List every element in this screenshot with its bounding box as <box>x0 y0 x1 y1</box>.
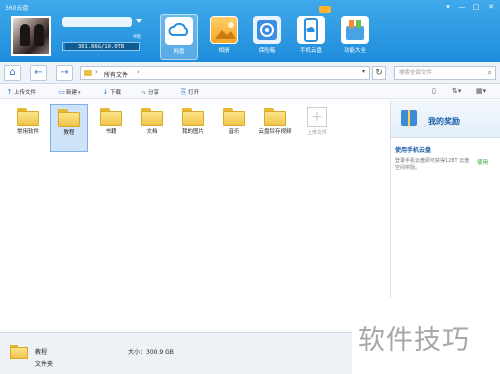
folder-icon <box>84 70 92 76</box>
folder-item-books[interactable]: 书籍 <box>92 104 130 152</box>
gift-icon <box>401 110 417 126</box>
folder-icon <box>264 108 286 126</box>
search-placeholder: 搜索全部文件 <box>399 70 433 76</box>
menu-dropdown-icon[interactable]: ▾ <box>442 2 454 12</box>
nav-phone-cloud[interactable]: 手机云盘 <box>292 14 330 60</box>
new-badge-icon <box>319 6 331 13</box>
folder-item-tutorial[interactable]: 教程 <box>50 104 88 152</box>
nav-safe-box[interactable]: 保险箱 <box>248 14 286 60</box>
folder-icon <box>58 109 80 127</box>
folder-label: 我的图片 <box>181 129 204 135</box>
nav-label-safe-box: 保险箱 <box>258 48 276 54</box>
download-button[interactable]: ↓ 下载 <box>102 87 121 98</box>
phone-cloud-icon <box>297 16 325 44</box>
status-file-size: 大小：300.9 GB <box>128 349 174 356</box>
download-label: 下载 <box>110 90 122 96</box>
folder-icon <box>100 108 122 126</box>
new-folder-icon: ▭ <box>58 88 65 96</box>
reward-title: 我的奖励 <box>428 117 460 126</box>
reward-header: 我的奖励 <box>391 100 500 138</box>
view-grid-icon[interactable]: ▦▾ <box>476 87 486 95</box>
breadcrumb-all-files[interactable]: 所有文件 <box>104 70 128 79</box>
share-button[interactable]: ⤷ 分享 <box>140 87 159 98</box>
nav-apps[interactable]: 功能大全 <box>336 14 374 60</box>
address-bar: ⌂ ← → › 所有文件 › ▾ ↻ 搜索全部文件 ⌕ <box>0 62 500 84</box>
open-button[interactable]: ⎘ 打开 <box>180 87 199 98</box>
apps-icon <box>341 16 369 44</box>
reward-description: 登录手机云盘即可获得128T 云盘空间奖励。 <box>395 158 470 171</box>
folder-label: 音乐 <box>228 129 240 135</box>
minimize-icon[interactable]: — <box>456 2 468 12</box>
username-field[interactable] <box>62 17 132 27</box>
folder-icon <box>17 108 39 126</box>
folder-label: 书籍 <box>105 129 117 135</box>
panel-toggle-icon[interactable]: ▯ <box>432 87 436 95</box>
reward-panel: 我的奖励 使用手机云盘 登录手机云盘即可获得128T 云盘空间奖励。 使用 <box>390 100 500 298</box>
folder-item-documents[interactable]: 文档 <box>133 104 171 152</box>
open-label: 打开 <box>188 90 200 96</box>
search-input[interactable]: 搜索全部文件 ⌕ <box>394 66 496 80</box>
folder-label: 文档 <box>146 129 158 135</box>
close-icon[interactable]: ✕ <box>485 2 497 12</box>
folder-item-common-software[interactable]: 常用软件 <box>9 104 47 152</box>
reward-subtitle: 使用手机云盘 <box>395 147 432 154</box>
status-file-name: 教程 <box>35 349 48 356</box>
download-icon: ↓ <box>102 88 109 96</box>
folder-item-my-pictures[interactable]: 我的图片 <box>174 104 212 152</box>
status-file-type: 文件夹 <box>35 361 54 368</box>
nav-label-phone-cloud: 手机云盘 <box>299 48 322 54</box>
avatar[interactable] <box>11 16 51 56</box>
folder-item-cloud-videos[interactable]: 云盘铃存视频 <box>256 104 294 152</box>
back-icon[interactable]: ← <box>30 65 47 81</box>
breadcrumb-arrow-icon[interactable]: › <box>137 68 140 76</box>
new-button[interactable]: ▭新建▾ <box>58 87 81 98</box>
upload-file-tile[interactable]: + 上传文件 <box>298 104 336 152</box>
nav-label-photo-album: 相册 <box>218 48 230 54</box>
refresh-icon[interactable]: ↻ <box>372 66 386 80</box>
storage-usage-text: 301.86G/10.0TB <box>77 44 125 50</box>
upload-button[interactable]: ↑ 上传文件 <box>6 87 36 98</box>
folder-label: 云盘铃存视频 <box>258 129 292 135</box>
safe-box-icon <box>253 16 281 44</box>
upload-icon: ↑ <box>6 88 13 96</box>
nav-label-cloud-disk: 网盘 <box>173 49 185 55</box>
path-breadcrumb[interactable]: › 所有文件 › ▾ <box>80 66 370 80</box>
home-icon[interactable]: ⌂ <box>4 65 21 81</box>
maximize-icon[interactable]: □ <box>470 2 482 12</box>
nav-cloud-disk[interactable]: 网盘 <box>160 14 198 60</box>
folder-icon <box>223 108 245 126</box>
breadcrumb-separator-icon: › <box>95 68 98 76</box>
chevron-down-icon[interactable] <box>136 19 142 23</box>
storage-usage-bar: 301.86G/10.0TB <box>62 42 140 51</box>
open-icon: ⎘ <box>180 88 187 96</box>
file-grid: 常用软件 教程 书籍 文档 我的图片 音乐 云盘铃存视频 + 上传文件 <box>0 100 390 298</box>
upload-label: 上传文件 <box>14 90 37 96</box>
nav-photo-album[interactable]: 相册 <box>205 14 243 60</box>
app-title: 360云盘 <box>5 5 29 12</box>
chevron-down-icon: ▾ <box>78 90 81 96</box>
watermark: 软件技巧 <box>358 325 470 356</box>
folder-icon <box>10 345 28 359</box>
share-label: 分享 <box>148 90 160 96</box>
toolbar: ↑ 上传文件 ▭新建▾ ↓ 下载 ⤷ 分享 ⎘ 打开 ▯ ⇅▾ ▦▾ <box>0 85 500 99</box>
user-level: 4级 <box>133 34 142 40</box>
folder-item-music[interactable]: 音乐 <box>215 104 253 152</box>
upload-tile-label: 上传文件 <box>306 130 327 136</box>
folder-label: 教程 <box>63 130 75 136</box>
new-label: 新建 <box>66 90 78 96</box>
add-icon: + <box>307 107 327 127</box>
use-link[interactable]: 使用 <box>477 158 488 166</box>
forward-icon[interactable]: → <box>56 65 73 81</box>
cloud-disk-icon <box>165 17 193 45</box>
folder-icon <box>141 108 163 126</box>
sort-icon[interactable]: ⇅▾ <box>452 87 461 95</box>
nav-label-apps: 功能大全 <box>343 48 366 54</box>
search-icon[interactable]: ⌕ <box>488 67 492 79</box>
path-dropdown-icon[interactable]: ▾ <box>362 68 365 75</box>
top-banner: 360云盘 4级 301.86G/10.0TB 网盘 相册 保险箱 手机云盘 功… <box>0 0 500 62</box>
photo-album-icon <box>210 16 238 44</box>
folder-icon <box>182 108 204 126</box>
folder-label: 常用软件 <box>16 129 39 135</box>
share-icon: ⤷ <box>141 88 146 96</box>
